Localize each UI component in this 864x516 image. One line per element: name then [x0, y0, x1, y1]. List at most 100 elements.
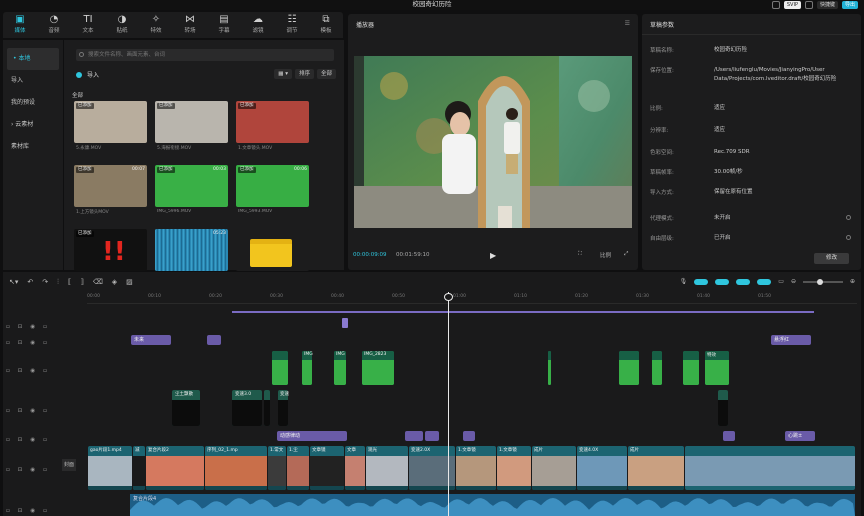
- modify-button[interactable]: 修改: [813, 253, 849, 264]
- volume-icon[interactable]: ▫: [43, 508, 47, 514]
- lock-icon[interactable]: ⊡: [18, 508, 23, 514]
- video-clip[interactable]: [264, 390, 270, 426]
- ratio-button[interactable]: 比例: [600, 251, 611, 259]
- main-track-clip[interactable]: 序列_02_1.mp: [205, 446, 267, 490]
- linkage-toggle[interactable]: [736, 278, 751, 285]
- track-type-icon[interactable]: ▫: [6, 340, 10, 346]
- media-thumbnail[interactable]: 已添加 00:03: [155, 165, 228, 207]
- text-clip[interactable]: 心跳±: [785, 431, 815, 441]
- text-clip[interactable]: [425, 431, 439, 441]
- overlay-clip[interactable]: [272, 351, 288, 385]
- eye-icon[interactable]: ◉: [30, 340, 35, 346]
- main-track-clip[interactable]: 1.常文: [268, 446, 286, 490]
- eye-icon[interactable]: ◉: [30, 324, 35, 330]
- volume-icon[interactable]: ▫: [43, 408, 47, 414]
- search-input[interactable]: 搜索文件名称、画面元素、台词: [76, 49, 334, 61]
- audio-track-clip[interactable]: [130, 494, 855, 516]
- volume-icon[interactable]: ▫: [43, 340, 47, 346]
- tab-filter[interactable]: ☁ 滤镜: [241, 12, 275, 38]
- tab-subtitle[interactable]: ▤ 字幕: [207, 12, 241, 38]
- image-icon[interactable]: ▨: [126, 278, 133, 287]
- overlay-clip[interactable]: [548, 351, 551, 385]
- lock-icon[interactable]: ⊡: [18, 408, 23, 414]
- main-track-clip[interactable]: gao片段1.mp4: [88, 446, 132, 490]
- fullscreen-icon[interactable]: ⤢: [624, 251, 628, 258]
- sidebar-item[interactable]: 导入: [3, 70, 63, 92]
- split-right-icon[interactable]: ⟧: [80, 278, 83, 287]
- eye-icon[interactable]: ◉: [30, 368, 35, 374]
- track-type-icon[interactable]: ▫: [6, 437, 10, 443]
- main-track-clip[interactable]: 成片: [628, 446, 684, 490]
- shortcut-button[interactable]: 快捷键: [816, 1, 838, 9]
- media-thumbnail[interactable]: 已添加: [74, 101, 147, 143]
- media-thumbnail[interactable]: 已添加 00:07: [74, 165, 147, 207]
- track-type-icon[interactable]: ▫: [6, 408, 10, 414]
- info-icon[interactable]: [846, 215, 851, 220]
- media-thumbnail[interactable]: 已添加: [155, 101, 228, 143]
- cover-button[interactable]: 封面: [62, 459, 77, 471]
- main-track-magnet-toggle[interactable]: [694, 278, 709, 285]
- media-thumbnail[interactable]: 已添加: [236, 101, 309, 143]
- tab-audio[interactable]: ◔ 音频: [37, 12, 71, 38]
- media-thumbnail[interactable]: [236, 229, 309, 271]
- volume-icon[interactable]: ▫: [43, 368, 47, 374]
- eye-icon[interactable]: ◉: [30, 467, 35, 473]
- overlay-clip[interactable]: [683, 351, 699, 385]
- track-type-icon[interactable]: ▫: [6, 467, 10, 473]
- mic-icon[interactable]: 🎙: [680, 278, 688, 285]
- zoom-in-icon[interactable]: ⊕: [850, 278, 855, 285]
- track-type-icon[interactable]: ▫: [6, 508, 10, 514]
- main-track-clip[interactable]: 1.文章镜: [497, 446, 531, 490]
- split-icon[interactable]: ⫶: [57, 278, 59, 287]
- tab-sticker[interactable]: ◑ 贴纸: [105, 12, 139, 38]
- playhead-handle[interactable]: [444, 293, 453, 301]
- main-track-clip[interactable]: 1.文章镜: [456, 446, 496, 490]
- text-clip[interactable]: 未来: [131, 335, 171, 345]
- import-button[interactable]: 导入: [76, 70, 99, 79]
- overlay-clip[interactable]: [619, 351, 639, 385]
- effect-marker[interactable]: [342, 318, 348, 328]
- lock-icon[interactable]: ⊡: [18, 437, 23, 443]
- sidebar-item[interactable]: 我的预设: [3, 92, 63, 114]
- main-track-clip[interactable]: 文章: [345, 446, 365, 490]
- main-track-clip[interactable]: 观光: [366, 446, 408, 490]
- track-type-icon[interactable]: ▫: [6, 324, 10, 330]
- text-clip[interactable]: [207, 335, 221, 345]
- sidebar-item[interactable]: • 本地: [7, 48, 59, 70]
- split-left-icon[interactable]: ⟦: [68, 278, 71, 287]
- text-clip[interactable]: [463, 431, 475, 441]
- overlay-clip[interactable]: [652, 351, 662, 385]
- media-thumbnail[interactable]: !! 已添加: [74, 229, 147, 271]
- main-track-clip[interactable]: 变速4.0X: [577, 446, 627, 490]
- auto-snap-toggle[interactable]: [715, 278, 730, 285]
- track-type-icon[interactable]: ▫: [6, 368, 10, 374]
- main-track-clip[interactable]: 复合片段2: [146, 446, 204, 490]
- zoom-out-icon[interactable]: ⊖: [791, 278, 796, 285]
- select-tool-icon[interactable]: ↖▾: [9, 278, 18, 287]
- delete-icon[interactable]: ⌫: [93, 278, 103, 287]
- filter-button[interactable]: 全部: [316, 69, 336, 79]
- media-thumbnail[interactable]: 05:23: [155, 229, 228, 271]
- text-clip[interactable]: 动感律动: [277, 431, 347, 441]
- sidebar-item[interactable]: 素材库: [3, 136, 63, 158]
- eye-icon[interactable]: ◉: [30, 508, 35, 514]
- settings-icon[interactable]: [804, 1, 813, 9]
- zoom-slider[interactable]: [802, 278, 843, 285]
- undo-icon[interactable]: ↶: [27, 278, 33, 287]
- lock-icon[interactable]: ⊡: [18, 467, 23, 473]
- screen-icon[interactable]: ▭: [778, 278, 784, 285]
- svip-badge[interactable]: SVIP: [783, 1, 801, 9]
- main-track-clip[interactable]: 文章镜: [310, 446, 344, 490]
- shield-icon[interactable]: ◈: [112, 278, 117, 287]
- export-button[interactable]: 导出: [841, 1, 858, 9]
- media-thumbnail[interactable]: 已添加 00:06: [236, 165, 309, 207]
- sort-button[interactable]: 排序: [294, 69, 314, 79]
- tab-media[interactable]: ▣ 媒体: [3, 12, 37, 38]
- layout-icon[interactable]: [771, 1, 780, 9]
- lock-icon[interactable]: ⊡: [18, 368, 23, 374]
- main-track-clip[interactable]: 减: [133, 446, 145, 490]
- crop-icon[interactable]: ⛶: [578, 251, 582, 258]
- text-clip[interactable]: [723, 431, 735, 441]
- lock-icon[interactable]: ⊡: [18, 324, 23, 330]
- eye-icon[interactable]: ◉: [30, 437, 35, 443]
